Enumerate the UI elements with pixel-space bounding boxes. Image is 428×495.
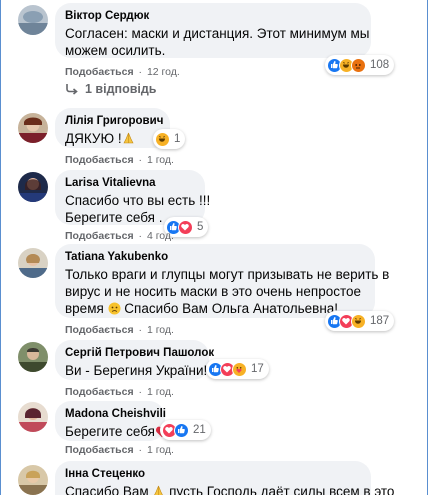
comment-text: Ви - Берегиня України! bbox=[65, 363, 208, 378]
timestamp[interactable]: 1 год. bbox=[147, 154, 174, 166]
comment-text: Согласен: маски и дистанция. Этот миниму… bbox=[65, 26, 370, 41]
like-button[interactable]: Подобається bbox=[65, 230, 134, 242]
reaction-count: 187 bbox=[370, 315, 390, 327]
comment-meta: Подобається · 1 год. bbox=[65, 386, 174, 398]
avatar[interactable] bbox=[18, 113, 48, 143]
comment-meta: Подобається · 4 год. bbox=[65, 230, 174, 242]
praying-hands-icon bbox=[154, 485, 164, 495]
reactions-summary[interactable]: 21 bbox=[160, 420, 211, 440]
praying-hands-icon bbox=[123, 132, 134, 144]
comment-meta: Подобається · 12 год. bbox=[65, 66, 180, 78]
timestamp[interactable]: 1 год. bbox=[147, 386, 174, 398]
separator: · bbox=[138, 444, 143, 456]
like-button[interactable]: Подобається bbox=[65, 386, 134, 398]
separator: · bbox=[138, 230, 143, 242]
like-icon bbox=[174, 422, 189, 438]
view-replies-link[interactable]: 1 відповідь bbox=[65, 82, 156, 96]
comment-text: время Спасибо Вам Ольга Анатольевна! bbox=[65, 301, 339, 316]
like-button[interactable]: Подобається bbox=[65, 444, 134, 456]
comment-meta: Подобається · 1 год. bbox=[65, 154, 174, 166]
avatar[interactable] bbox=[18, 402, 48, 432]
avatar[interactable] bbox=[18, 5, 48, 35]
reaction-count: 108 bbox=[370, 59, 390, 71]
comment-author[interactable]: Madona Cheishvili bbox=[65, 407, 166, 421]
like-button[interactable]: Подобається bbox=[65, 154, 134, 166]
reactions-summary[interactable]: 187 bbox=[325, 311, 395, 331]
care-icon bbox=[232, 361, 247, 377]
like-button[interactable]: Подобається bbox=[65, 66, 134, 78]
avatar[interactable] bbox=[18, 248, 48, 278]
separator: · bbox=[138, 154, 143, 166]
timestamp[interactable]: 4 год. bbox=[147, 230, 174, 242]
timestamp[interactable]: 1 год. bbox=[147, 324, 174, 336]
avatar[interactable] bbox=[18, 172, 48, 202]
love-icon bbox=[178, 219, 193, 235]
comment-author[interactable]: Інна Стеценко bbox=[65, 467, 361, 481]
comment-meta: Подобається · 1 год. bbox=[65, 444, 174, 456]
angry-icon bbox=[351, 57, 366, 73]
comment-text: можем осилить. bbox=[65, 43, 166, 58]
replies-label: 1 відповідь bbox=[85, 82, 157, 96]
comment-text: Берегите себя bbox=[65, 423, 169, 440]
haha-icon bbox=[351, 313, 366, 329]
reply-arrow-icon bbox=[66, 84, 78, 95]
comment-text: Спасибо что вы есть !!! bbox=[65, 193, 211, 208]
comment-meta: Подобається · 1 год. bbox=[65, 324, 174, 336]
timestamp[interactable]: 12 год. bbox=[147, 66, 180, 78]
comment-text: вирус и не носить маски в это очень непр… bbox=[65, 284, 362, 299]
comment-author[interactable]: Сергій Петрович Пашолок bbox=[65, 346, 214, 360]
like-button[interactable]: Подобається bbox=[65, 324, 134, 336]
comment-author[interactable]: Tatiana Yakubenko bbox=[65, 250, 365, 264]
reaction-count: 21 bbox=[193, 424, 206, 436]
comment-bubble: Віктор Сердюк Согласен: маски и дистанци… bbox=[55, 3, 371, 58]
avatar[interactable] bbox=[18, 342, 48, 372]
haha-icon bbox=[155, 131, 170, 147]
comment-bubble: Сергій Петрович Пашолок Ви - Берегиня Ук… bbox=[55, 340, 214, 380]
reaction-count: 1 bbox=[174, 133, 181, 145]
reactions-summary[interactable]: 108 bbox=[325, 55, 395, 75]
comment-text: ДЯКУЮ ! bbox=[65, 130, 160, 147]
comment-bubble: Tatiana Yakubenko Только враги и глупцы … bbox=[55, 244, 390, 318]
disappointed-face-icon bbox=[108, 302, 121, 315]
comment-author[interactable]: Larisa Vitalievna bbox=[65, 176, 195, 190]
avatar[interactable] bbox=[18, 465, 48, 495]
comment-text: Только враги и глупцы могут призывать не… bbox=[65, 267, 390, 282]
reaction-count: 5 bbox=[197, 221, 204, 233]
separator: · bbox=[138, 386, 143, 398]
comment-bubble: Madona Cheishvili Берегите себя bbox=[55, 401, 169, 441]
comments-panel: Віктор Сердюк Согласен: маски и дистанци… bbox=[0, 0, 428, 495]
timestamp[interactable]: 1 год. bbox=[147, 444, 174, 456]
reaction-count: 17 bbox=[251, 363, 264, 375]
comment-bubble: Інна Стеценко Спасибо Вам пусть Господь … bbox=[55, 461, 394, 495]
reactions-summary[interactable]: 17 bbox=[206, 359, 269, 379]
separator: · bbox=[138, 324, 143, 336]
reactions-summary[interactable]: 1 bbox=[153, 129, 186, 149]
comment-author[interactable]: Лілія Григорович bbox=[65, 114, 163, 128]
comment-text: Спасибо Вам пусть Господь даёт силы всем… bbox=[65, 483, 394, 495]
comment-author[interactable]: Віктор Сердюк bbox=[65, 9, 361, 23]
separator: · bbox=[138, 66, 143, 78]
